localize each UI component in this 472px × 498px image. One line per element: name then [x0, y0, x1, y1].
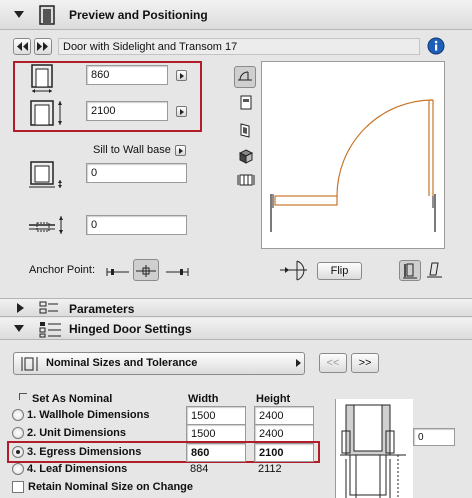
width-input[interactable]: 860	[86, 65, 168, 85]
dropdown-arrow-icon	[296, 359, 301, 367]
width-options-button[interactable]	[176, 70, 187, 81]
info-icon[interactable]	[427, 37, 445, 55]
hinged-panel-header[interactable]: Hinged Door Settings	[0, 318, 472, 340]
expand-triangle-icon[interactable]	[17, 303, 24, 313]
row-height-input[interactable]: 2100	[254, 443, 314, 462]
door-width-icon	[29, 64, 57, 94]
set-nominal-bracket	[19, 393, 27, 400]
leaf-radio[interactable]	[12, 463, 24, 475]
next-object-button[interactable]	[34, 38, 52, 55]
sill-height-input[interactable]: 0	[86, 163, 187, 183]
flip-button[interactable]: Flip	[317, 262, 362, 280]
wall-offset-icon	[29, 214, 69, 236]
rotate-angle-icon[interactable]	[279, 258, 309, 284]
preview-panel-header[interactable]: Preview and Positioning	[0, 0, 472, 30]
anchor-right-icon[interactable]	[164, 262, 190, 280]
row-label: 1. Wallhole Dimensions	[27, 409, 150, 421]
height-column-header: Height	[256, 393, 291, 405]
wall-offset-input[interactable]: 0	[86, 215, 187, 235]
collapse-triangle-icon[interactable]	[14, 11, 24, 18]
plan-view-button[interactable]	[234, 66, 256, 88]
anchor-point-label: Anchor Point:	[29, 264, 96, 276]
sill-reference-button[interactable]	[175, 145, 186, 156]
3d-view-icon[interactable]	[238, 148, 254, 164]
page-dropdown[interactable]: Nominal Sizes and Tolerance	[13, 352, 305, 375]
previous-object-button[interactable]	[13, 38, 31, 55]
page-dropdown-value: Nominal Sizes and Tolerance	[46, 357, 198, 369]
preview-panel-title: Preview and Positioning	[69, 8, 208, 22]
egress-radio[interactable]	[12, 446, 24, 458]
wallhole-radio[interactable]	[12, 409, 24, 421]
set-nominal-label: Set As Nominal	[32, 393, 113, 405]
row-height-value: 2112	[258, 463, 282, 475]
parameters-panel-title: Parameters	[69, 302, 135, 316]
previous-page-button[interactable]: <<	[319, 353, 347, 373]
elevation-view-icon[interactable]	[239, 122, 253, 138]
parameters-panel-header[interactable]: Parameters	[0, 298, 472, 317]
mirror-right-icon[interactable]	[425, 260, 445, 281]
sill-reference-label: Sill to Wall base	[93, 144, 171, 156]
object-name: Door with Sidelight and Transom 17	[58, 38, 420, 55]
next-page-button[interactable]: >>	[351, 353, 379, 373]
row-width-input[interactable]: 860	[186, 443, 246, 462]
unit-radio[interactable]	[12, 427, 24, 439]
axonometric-view-icon[interactable]	[237, 172, 255, 188]
hinged-panel-title: Hinged Door Settings	[69, 322, 192, 336]
row-label: 3. Egress Dimensions	[27, 446, 142, 458]
height-options-button[interactable]	[176, 106, 187, 117]
retain-nominal-label: Retain Nominal Size on Change	[28, 481, 194, 493]
width-column-header: Width	[188, 393, 219, 405]
parameters-icon	[39, 301, 59, 316]
row-width-value: 884	[190, 463, 209, 475]
mirror-left-icon[interactable]	[399, 260, 421, 281]
row-label: 2. Unit Dimensions	[27, 427, 127, 439]
sill-height-icon	[29, 160, 65, 190]
height-input[interactable]: 2100	[86, 101, 168, 121]
anchor-left-icon[interactable]	[105, 262, 131, 280]
row-label: 4. Leaf Dimensions	[27, 463, 128, 475]
dimension-diagram	[335, 399, 413, 498]
retain-nominal-checkbox[interactable]	[12, 481, 24, 493]
diagram-offset-input[interactable]: 0	[413, 428, 455, 446]
preview-canvas	[261, 61, 445, 249]
dimensions-page-icon	[20, 356, 40, 372]
door-height-icon	[29, 98, 65, 128]
door-object-icon	[38, 5, 56, 25]
section-view-icon[interactable]	[239, 95, 253, 111]
row-height-input[interactable]: 2400	[254, 406, 314, 425]
hinged-settings-icon	[39, 321, 63, 338]
door-plan-drawing	[270, 99, 436, 232]
row-width-input[interactable]: 1500	[186, 406, 246, 425]
collapse-triangle-icon[interactable]	[14, 325, 24, 332]
anchor-center-icon[interactable]	[133, 259, 159, 281]
